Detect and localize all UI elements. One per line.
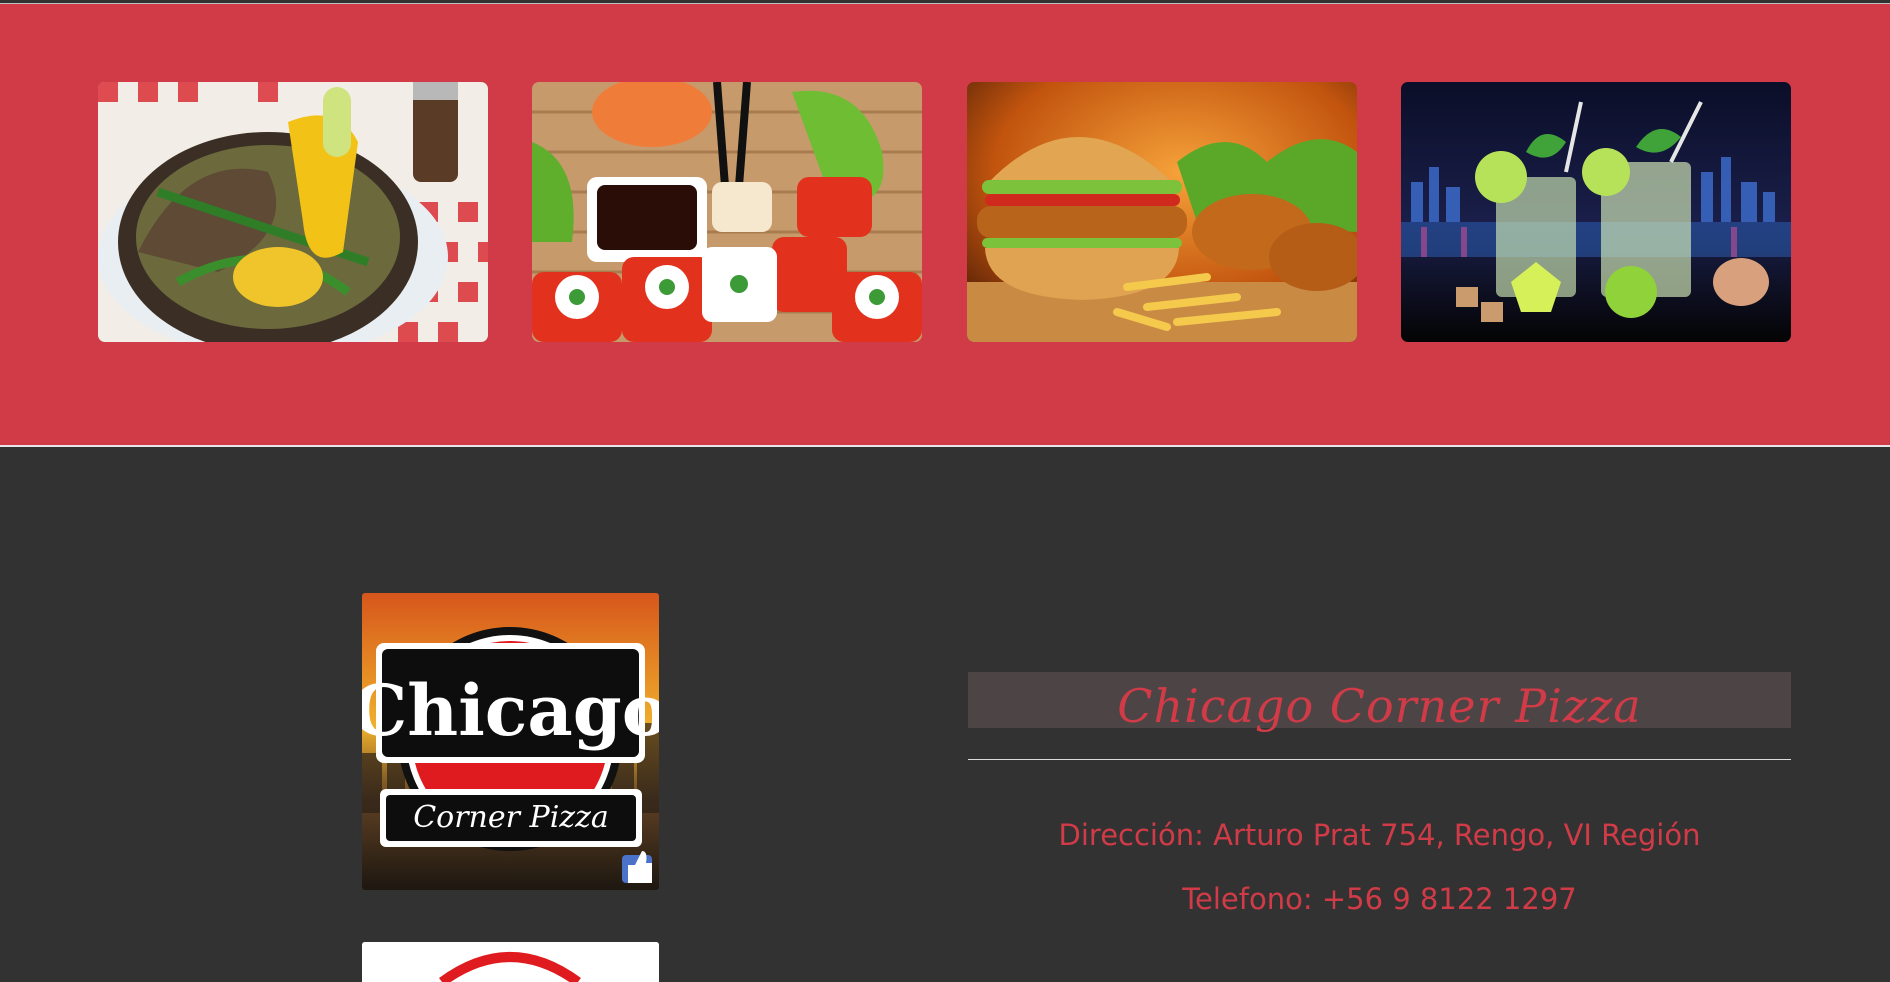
restaurant-title-bar: Chicago Corner Pizza [968,672,1791,733]
food-gallery [0,3,1890,447]
title-divider [968,759,1791,760]
mojito-drinks-image[interactable] [1401,82,1791,342]
phone-text: Telefono: +56 9 8122 1297 [1182,882,1577,916]
chicago-corner-pizza-logo[interactable]: Chicago Corner Pizza [362,593,659,890]
restaurant-title: Chicago Corner Pizza [1117,679,1642,733]
burger-fries-image[interactable] [967,82,1357,342]
cazuela-soup-image[interactable] [98,82,488,342]
logo-word-sub: Corner Pizza [413,800,609,835]
thumbs-up-icon [622,851,652,883]
footer: Chicago Corner Pizza Chicago Corner Pizz… [0,447,1890,982]
restaurant-info: Chicago Corner Pizza Dirección: Arturo P… [968,672,1791,916]
sushi-image[interactable] [532,82,922,342]
second-logo-card[interactable] [362,942,659,982]
address-text: Dirección: Arturo Prat 754, Rengo, VI Re… [1058,818,1701,852]
logo-word-main: Chicago [362,669,659,752]
